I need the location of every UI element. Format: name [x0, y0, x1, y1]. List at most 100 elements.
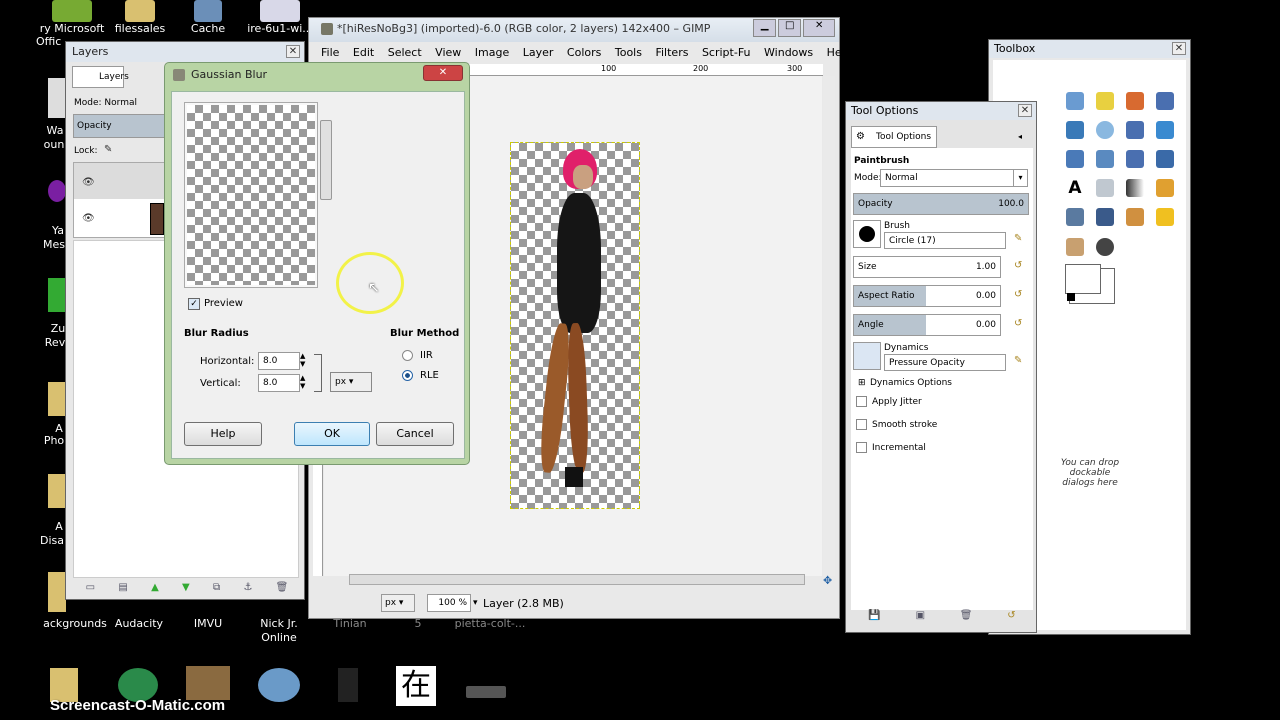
rotate-icon[interactable]	[1096, 150, 1114, 168]
horizontal-spin[interactable]: ▲ ▼	[300, 352, 305, 368]
incremental-checkbox[interactable]	[856, 442, 867, 453]
text-tool-icon[interactable]: A	[1066, 179, 1084, 197]
measure-icon[interactable]	[1126, 121, 1144, 139]
film-icon[interactable]	[186, 666, 230, 700]
dynamics-field[interactable]: Pressure Opacity	[884, 354, 1006, 371]
paintbrush-lock-icon[interactable]: ✎	[104, 144, 116, 156]
menu-tools[interactable]: Tools	[615, 46, 642, 59]
smooth-stroke-checkbox[interactable]	[856, 419, 867, 430]
desktop-icon-label[interactable]: ackgrounds	[40, 617, 110, 630]
expander-icon[interactable]: ⊞	[858, 378, 866, 388]
lower-icon[interactable]: ▼	[182, 582, 190, 598]
color-picker-icon[interactable]	[1066, 121, 1084, 139]
heal-icon[interactable]	[1156, 208, 1174, 226]
menu-filters[interactable]: Filters	[655, 46, 688, 59]
close-icon[interactable]: ✕	[1172, 42, 1186, 55]
clone-icon[interactable]	[1126, 208, 1144, 226]
chinese-char-icon[interactable]: 在	[396, 666, 436, 706]
desktop-icon-imvu[interactable]: IMVU	[186, 617, 230, 630]
menu-image[interactable]: Image	[475, 46, 509, 59]
toolbox-titlebar[interactable]: Toolbox	[989, 40, 1190, 58]
menu-colors[interactable]: Colors	[567, 46, 601, 59]
perspective-icon[interactable]	[1156, 150, 1174, 168]
mode-select[interactable]: Normal ▾	[880, 169, 1028, 187]
bucket-fill-icon[interactable]	[1096, 179, 1114, 197]
blur-preview[interactable]	[187, 105, 315, 285]
maximize-icon[interactable]: □	[778, 19, 802, 37]
brush-preview[interactable]	[853, 220, 881, 248]
delete-icon[interactable]: 🗑	[276, 582, 289, 598]
size-slider[interactable]: Size 1.00	[853, 256, 1001, 278]
zoom-select[interactable]: 100 %	[427, 594, 471, 612]
close-icon[interactable]: ✕	[1018, 104, 1032, 117]
minimize-icon[interactable]: ▁	[753, 19, 777, 37]
color-select-icon[interactable]	[1126, 92, 1144, 110]
move-icon[interactable]	[1156, 121, 1174, 139]
vertical-spin[interactable]: ▲ ▼	[300, 374, 305, 390]
desktop-icon-filessales[interactable]: filessales	[110, 0, 170, 35]
delete-options-icon[interactable]: 🗑	[960, 610, 973, 628]
layers-titlebar[interactable]: Layers	[66, 42, 304, 62]
close-icon[interactable]: ✕	[423, 65, 463, 81]
desktop-icon-cache[interactable]: Cache	[180, 0, 236, 35]
desktop-icon-nickjr[interactable]: Nick Jr.	[252, 617, 306, 630]
edit-icon[interactable]: ✎	[1014, 355, 1022, 366]
app-icon[interactable]	[338, 668, 358, 702]
menu-edit[interactable]: Edit	[353, 46, 374, 59]
menu-view[interactable]: View	[435, 46, 461, 59]
menu-file[interactable]: File	[321, 46, 339, 59]
opacity-slider[interactable]: Opacity 100.0	[853, 193, 1029, 215]
preview-checkbox[interactable]: ✓	[188, 298, 200, 310]
unit-select[interactable]: px ▾	[381, 594, 415, 612]
new-layer-icon[interactable]: ▭	[86, 582, 95, 598]
scissors-icon[interactable]	[1156, 92, 1174, 110]
edit-icon[interactable]: ✎	[1014, 233, 1022, 244]
close-icon[interactable]: ✕	[803, 19, 835, 37]
alpha-lock-icon[interactable]	[124, 144, 136, 156]
desktop-icon-audacity[interactable]: Audacity	[112, 617, 166, 630]
crop-icon[interactable]	[1066, 150, 1084, 168]
dynamics-options-label[interactable]: Dynamics Options	[870, 378, 952, 388]
scale-icon[interactable]	[1126, 150, 1144, 168]
tab-menu-icon[interactable]: ◂	[1018, 132, 1022, 141]
tool-options-titlebar[interactable]: Tool Options	[846, 102, 1036, 120]
smudge-icon[interactable]	[1066, 238, 1084, 256]
navigate-icon[interactable]: ✥	[823, 574, 832, 587]
menu-help[interactable]: Help	[827, 46, 852, 59]
rle-radio[interactable]	[402, 370, 413, 381]
fuzzy-select-icon[interactable]	[1096, 92, 1114, 110]
pencil-icon[interactable]	[1156, 179, 1174, 197]
horizontal-input[interactable]: 8.0	[258, 352, 300, 370]
ink-icon[interactable]	[1096, 208, 1114, 226]
apply-jitter-checkbox[interactable]	[856, 396, 867, 407]
reset-icon[interactable]: ↺	[1014, 318, 1022, 329]
cancel-button[interactable]: Cancel	[376, 422, 454, 446]
help-button[interactable]: Help	[184, 422, 262, 446]
eye-icon[interactable]: 👁	[82, 177, 95, 188]
restore-options-icon[interactable]: ▣	[916, 610, 925, 628]
vertical-input[interactable]: 8.0	[258, 374, 300, 392]
save-options-icon[interactable]: 💾	[868, 610, 880, 628]
aspect-ratio-slider[interactable]: Aspect Ratio 0.00	[853, 285, 1001, 307]
menu-windows[interactable]: Windows	[764, 46, 813, 59]
default-colors-icon[interactable]	[1067, 293, 1075, 301]
menu-script-fu[interactable]: Script-Fu	[702, 46, 751, 59]
reset-icon[interactable]: ↺	[1014, 260, 1022, 271]
reset-options-icon[interactable]: ↺	[1007, 610, 1015, 628]
eye-icon[interactable]: 👁	[82, 213, 95, 224]
image-canvas[interactable]	[510, 142, 640, 509]
blend-icon[interactable]	[1126, 179, 1144, 197]
tab-layers[interactable]: Layers	[72, 66, 129, 88]
chain-link-icon[interactable]	[314, 354, 322, 392]
scroll-thumb[interactable]	[320, 120, 332, 200]
menu-select[interactable]: Select	[388, 46, 422, 59]
ok-button[interactable]: OK	[294, 422, 370, 446]
desktop-icon-installer[interactable]: ire-6u1-wi...	[244, 0, 316, 35]
lasso-icon[interactable]	[1066, 92, 1084, 110]
angle-slider[interactable]: Angle 0.00	[853, 314, 1001, 336]
unit-dropdown[interactable]: px ▾	[330, 372, 372, 392]
raise-icon[interactable]: ▲	[151, 582, 159, 598]
iir-radio[interactable]	[402, 350, 413, 361]
dynamics-preview[interactable]	[853, 342, 881, 370]
gun-icon[interactable]	[466, 686, 506, 698]
